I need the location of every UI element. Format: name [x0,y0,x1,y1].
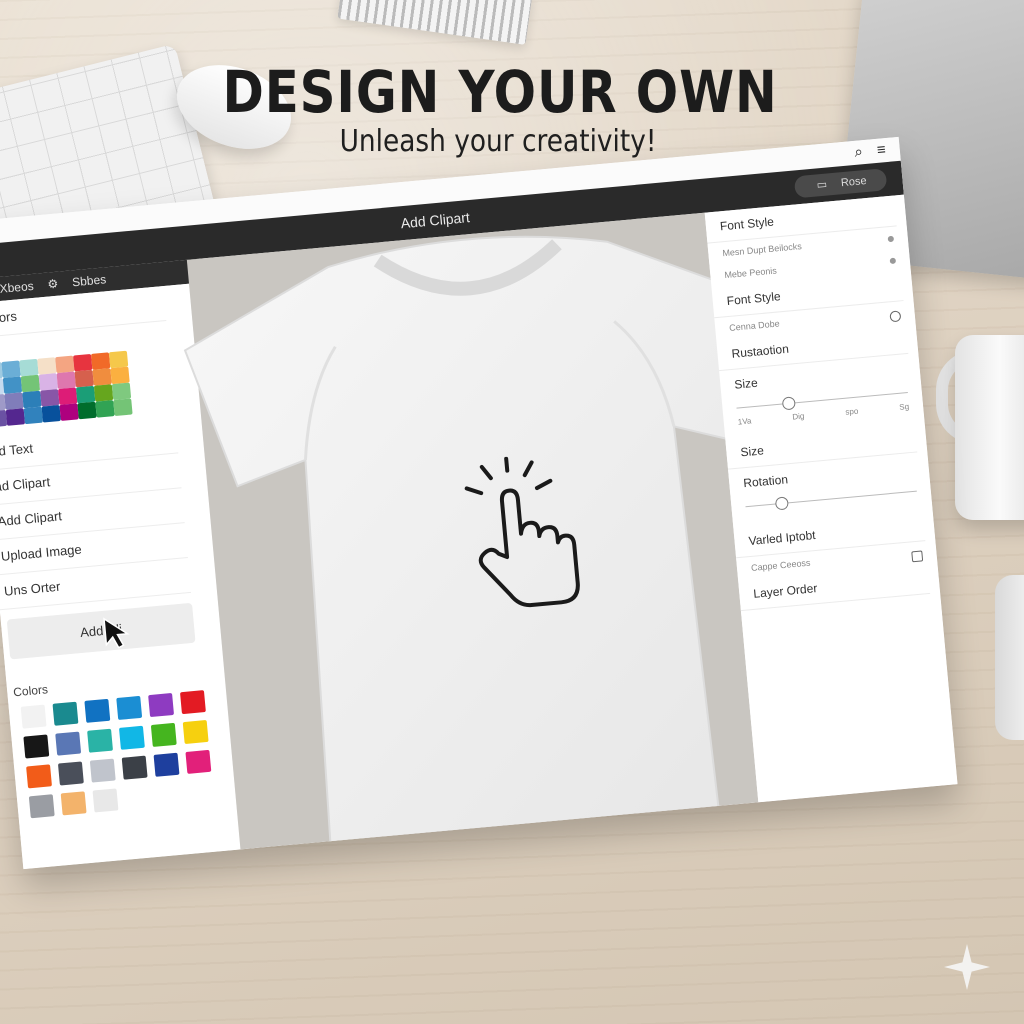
color-swatch[interactable] [150,722,177,747]
color-swatch[interactable] [110,366,130,385]
color-swatch[interactable] [41,404,61,423]
hamburger-menu-icon[interactable]: ≡ [876,141,886,159]
color-swatch[interactable] [73,353,93,372]
color-swatch[interactable] [90,352,111,370]
color-swatch[interactable] [108,350,129,369]
size-tick: Dig [792,411,805,422]
color-swatch[interactable] [26,764,52,789]
radio-dot-icon [889,257,897,265]
size-slider-knob[interactable] [781,396,796,411]
color-swatch[interactable] [111,382,132,401]
notebook [337,0,533,45]
color-swatch[interactable] [92,368,112,386]
color-swatch[interactable] [55,731,82,756]
account-pill[interactable]: ▭ Rose [793,168,888,199]
color-swatch[interactable] [52,701,79,726]
color-swatch[interactable] [55,355,75,374]
tab-1[interactable]: Xbeos [0,279,34,296]
size-tick: 1Va [737,416,752,427]
camera-icon[interactable] [911,550,924,563]
color-swatch[interactable] [77,401,97,420]
color-swatch[interactable] [4,392,24,410]
account-pill-label: Rose [840,174,868,190]
color-swatch[interactable] [84,698,111,723]
variant-sub-option-label: Cappe Ceeoss [750,557,811,573]
color-swatch[interactable] [22,390,42,409]
color-swatch[interactable] [5,408,26,426]
color-swatch[interactable] [95,400,115,418]
color-swatch[interactable] [75,385,96,404]
color-swatch[interactable] [56,371,76,390]
design-app-window: ⌕ ≡ Add Clipart ▭ Rose Xbeos ⚙ Sbbes Colors… [0,136,958,870]
color-swatch[interactable] [28,794,55,819]
color-swatch[interactable] [37,357,57,375]
design-canvas[interactable] [183,212,764,851]
color-swatch[interactable] [59,403,79,421]
color-swatch[interactable] [23,734,50,759]
color-swatch[interactable] [40,389,60,407]
size-tick: Sg [898,402,910,412]
rotation-slider-knob[interactable] [774,496,789,511]
color-swatch[interactable] [19,358,39,377]
color-swatch[interactable] [121,755,148,780]
color-swatch[interactable] [20,374,41,393]
color-swatch[interactable] [116,695,143,720]
hero-title: DESIGN YOUR OWN [222,58,778,126]
mouse-cursor-icon [103,617,130,649]
color-swatch[interactable] [58,387,78,405]
font-option-1-label: Mesn Dupt Beilocks [721,241,803,259]
tap-hand-icon [464,456,580,608]
search-icon[interactable]: ⌕ [854,143,864,161]
color-swatch[interactable] [93,384,114,402]
coffee-mug-2 [995,575,1024,740]
color-swatch[interactable] [2,376,23,394]
add-clipart-button[interactable]: Add Cli [6,602,196,660]
color-swatch[interactable] [113,398,133,417]
color-swatch[interactable] [153,752,180,777]
window-icon: ▭ [816,178,828,192]
color-swatch[interactable] [60,791,87,816]
color-swatch[interactable] [118,725,145,750]
color-swatch[interactable] [87,728,114,753]
tab-image-icon[interactable]: ⚙ [47,277,59,292]
color-swatch[interactable] [89,758,116,783]
color-swatch[interactable] [23,406,43,425]
color-swatch[interactable] [92,788,119,813]
color-swatch[interactable] [148,692,175,718]
tab-2[interactable]: Sbbes [72,272,107,289]
size-tick: spo [845,406,859,417]
font-option-2-label: Mebe Peonis [723,265,778,281]
color-swatch[interactable] [57,761,84,786]
color-swatch[interactable] [20,704,47,729]
color-swatch[interactable] [1,360,21,379]
coffee-mug [955,335,1024,520]
font-option-3-label: Cenna Dobe [728,318,781,333]
sparkle-icon [944,944,990,990]
color-swatch[interactable] [74,369,94,388]
color-swatch[interactable] [38,373,59,391]
refresh-icon[interactable] [889,310,902,323]
radio-dot-icon [887,235,895,243]
